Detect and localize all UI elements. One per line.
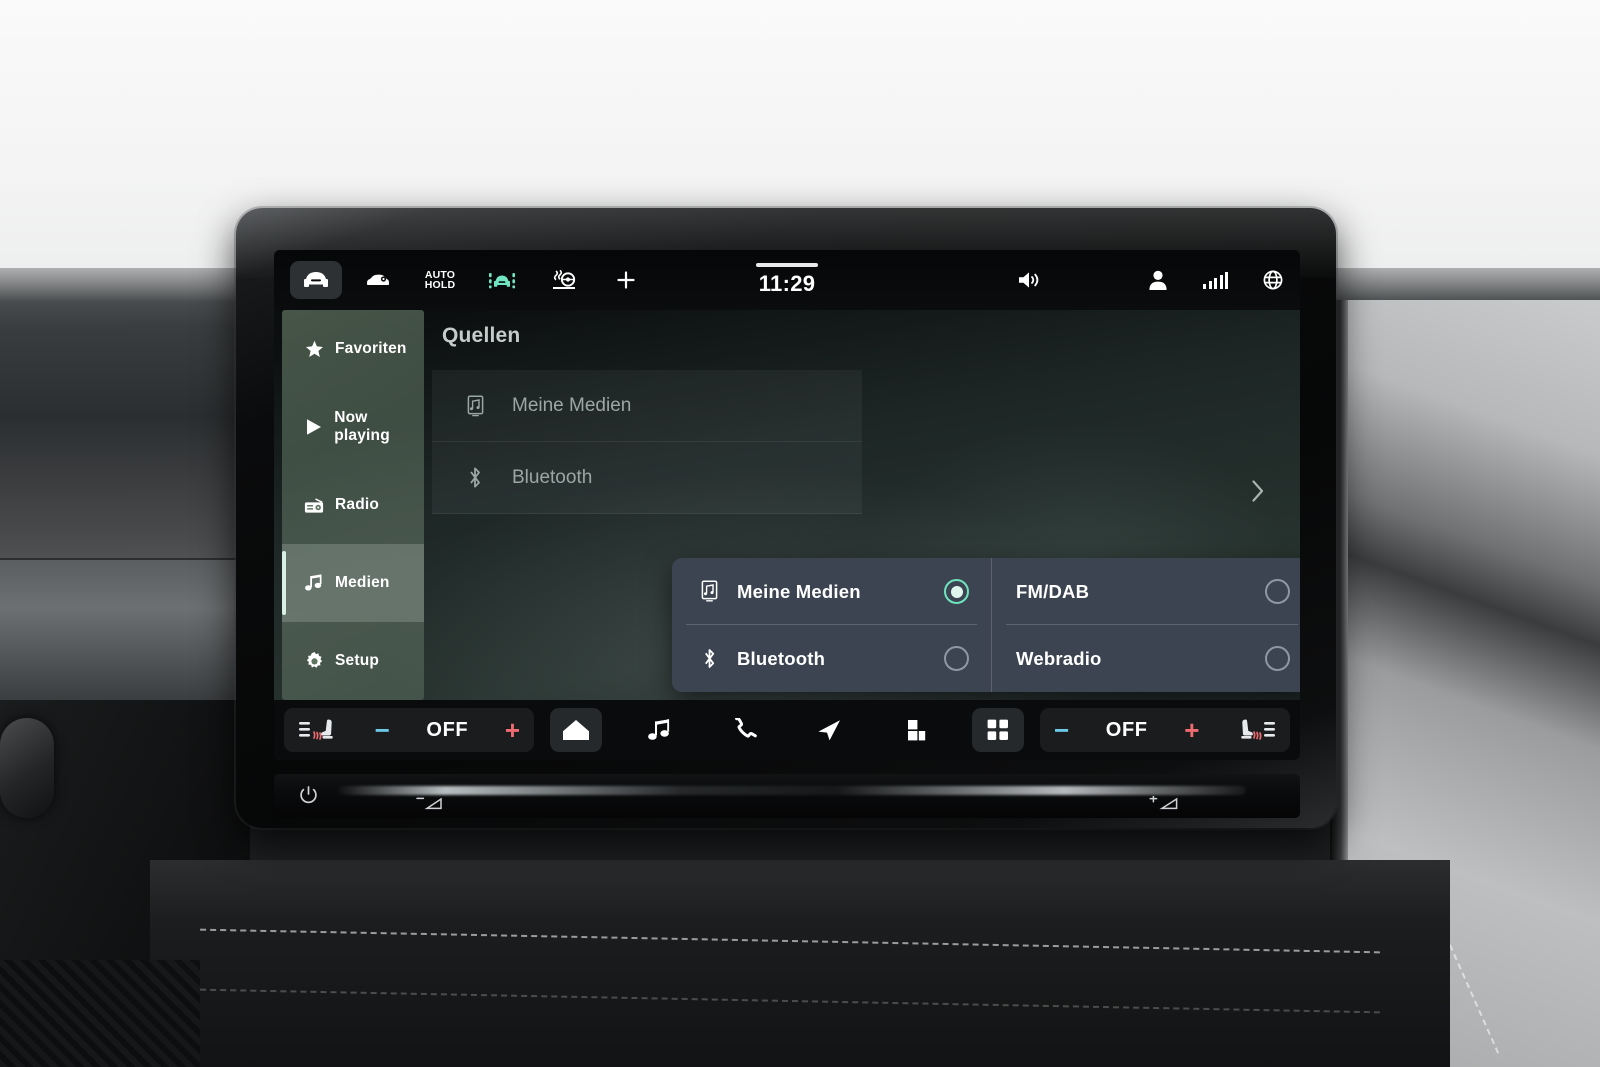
climate-left-group: − OFF + (284, 708, 534, 752)
toolbar-center-buttons (534, 708, 1040, 752)
screen-body: Favoriten Now playing Radio Medien Setup… (274, 310, 1300, 700)
popup-option-webradio[interactable]: Webradio (992, 625, 1300, 692)
popup-option-label: Meine Medien (737, 580, 861, 602)
media-button[interactable] (634, 708, 686, 752)
music-note-icon (304, 573, 324, 593)
clock: 11:29 (758, 271, 816, 296)
phone-icon (733, 718, 757, 742)
temperature-increase-right[interactable]: + (1184, 717, 1199, 743)
navigation-button[interactable] (803, 708, 855, 752)
car-front-icon (303, 270, 329, 290)
climate-right-group: − OFF + (1040, 708, 1290, 752)
add-shortcut-button[interactable] (600, 261, 652, 299)
status-bar-left-icons: AUTO HOLD (290, 261, 652, 299)
source-row-bluetooth[interactable]: Bluetooth (432, 442, 862, 514)
infotainment-screen: AUTO HOLD 11:29 Favoriten Now playing Ra… (274, 250, 1300, 760)
radio-button-selected[interactable] (944, 579, 969, 604)
heated-steering-wheel-icon (550, 269, 578, 291)
popup-option-label: Bluetooth (737, 647, 826, 669)
gear-icon (304, 651, 324, 671)
sidebar-item-label: Now playing (334, 409, 390, 444)
home-button[interactable] (550, 708, 603, 752)
strip-gloss (336, 786, 1246, 795)
lane-assist-button[interactable] (476, 261, 528, 299)
auto-hold-button[interactable]: AUTO HOLD (414, 261, 466, 299)
radio-icon (304, 497, 324, 514)
sidebar-item-now-playing[interactable]: Now playing (282, 388, 424, 466)
sidebar-item-medien[interactable]: Medien (282, 544, 424, 622)
popup-option-label: Webradio (1016, 647, 1102, 669)
source-label: Bluetooth (512, 466, 593, 488)
phone-button[interactable] (719, 708, 771, 752)
globe-icon[interactable] (1262, 269, 1284, 291)
add-icon (615, 269, 637, 291)
sidebar-item-setup[interactable]: Setup (282, 622, 424, 700)
sidebar-item-label: Favoriten (335, 340, 407, 357)
car-side-icon (365, 272, 391, 288)
power-icon[interactable] (298, 785, 319, 811)
source-selection-popup: Meine Medien FM/DAB Bluetooth Webradio (672, 558, 1300, 692)
bluetooth-icon (464, 466, 486, 489)
popup-option-bluetooth[interactable]: Bluetooth (672, 625, 992, 692)
center-console (150, 860, 1450, 1067)
carbon-trim (0, 960, 200, 1067)
temperature-increase-left[interactable]: + (505, 717, 520, 743)
volume-up-icon[interactable] (1148, 794, 1180, 816)
play-icon (304, 418, 323, 436)
temperature-decrease-right[interactable]: − (1054, 717, 1069, 743)
infotainment-unit: AUTO HOLD 11:29 Favoriten Now playing Ra… (236, 208, 1336, 828)
status-bar: AUTO HOLD 11:29 (274, 250, 1300, 310)
page-title: Quellen (442, 324, 521, 347)
hardware-control-strip[interactable] (274, 774, 1300, 818)
popup-option-fm-dab[interactable]: FM/DAB (992, 558, 1300, 625)
media-device-icon (464, 394, 486, 417)
popup-option-label: FM/DAB (1016, 580, 1090, 602)
volume-down-icon[interactable] (414, 796, 444, 816)
media-device-icon (696, 580, 722, 603)
sidebar-item-favoriten[interactable]: Favoriten (282, 310, 424, 388)
car-front-icon-button[interactable] (290, 261, 342, 299)
sidebar: Favoriten Now playing Radio Medien Setup (282, 310, 424, 700)
sidebar-item-label: Radio (335, 496, 380, 513)
temperature-decrease-left[interactable]: − (375, 717, 390, 743)
climate-value-right: OFF (1105, 718, 1148, 741)
user-profile-icon[interactable] (1147, 269, 1169, 291)
sidebar-item-label: Medien (335, 574, 390, 591)
music-note-icon (648, 718, 672, 742)
climate-value-left: OFF (426, 718, 469, 741)
source-label: Meine Medien (512, 394, 632, 416)
volume-icon[interactable] (1017, 270, 1043, 290)
all-apps-button[interactable] (971, 708, 1024, 752)
radio-button[interactable] (1265, 579, 1290, 604)
source-list: Meine Medien Bluetooth (432, 370, 862, 514)
lane-assist-icon (488, 270, 516, 290)
chevron-right-icon[interactable] (1250, 478, 1266, 509)
radio-button[interactable] (1265, 646, 1290, 671)
status-bar-center[interactable]: 11:29 (756, 250, 818, 310)
side-vent-knob (0, 718, 54, 818)
bluetooth-icon (696, 647, 722, 670)
bottom-toolbar: − OFF + − OFF + (274, 700, 1300, 760)
tiles-icon (900, 718, 926, 742)
pull-down-handle[interactable] (756, 263, 818, 267)
apps-button[interactable] (887, 708, 939, 752)
car-side-icon-button[interactable] (352, 261, 404, 299)
popup-option-meine-medien[interactable]: Meine Medien (672, 558, 992, 625)
signal-bars-icon (1203, 271, 1228, 289)
seat-heating-right-icon[interactable] (1236, 717, 1276, 743)
navigation-arrow-icon (816, 718, 842, 742)
star-icon (304, 340, 324, 359)
sidebar-item-radio[interactable]: Radio (282, 466, 424, 544)
home-icon (562, 718, 590, 742)
auto-hold-icon: AUTO HOLD (424, 269, 456, 291)
source-row-meine-medien[interactable]: Meine Medien (432, 370, 862, 442)
radio-button[interactable] (944, 646, 969, 671)
status-bar-right-icons (1017, 250, 1284, 310)
sidebar-item-label: Setup (335, 652, 380, 669)
heated-steering-wheel-button[interactable] (538, 261, 590, 299)
grid-icon (986, 718, 1010, 742)
seat-heating-left-icon[interactable] (298, 717, 338, 743)
